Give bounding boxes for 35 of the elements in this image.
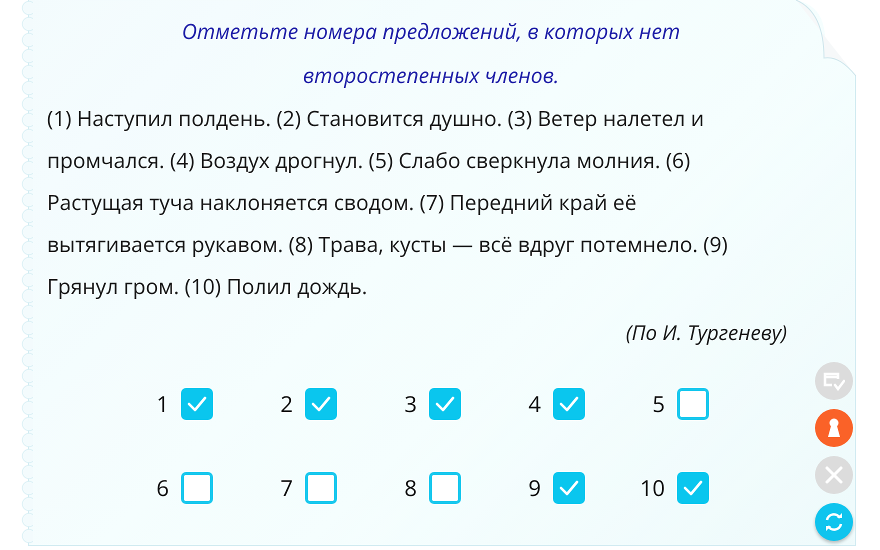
sentence-number: 8 xyxy=(403,473,417,503)
checkbox[interactable] xyxy=(553,472,585,504)
checkmark-icon xyxy=(559,480,579,496)
checkbox[interactable] xyxy=(429,472,461,504)
checkbox[interactable] xyxy=(429,388,461,420)
checkbox[interactable] xyxy=(181,472,213,504)
checkbox[interactable] xyxy=(677,388,709,420)
task-title: Отметьте номера предложений, в которых нет второстепенных членов. xyxy=(180,17,682,92)
sentence-number: 1 xyxy=(155,389,169,419)
check-list-icon xyxy=(823,371,845,391)
sentence-number: 9 xyxy=(527,473,541,503)
checkbox[interactable] xyxy=(553,388,585,420)
sentence-number: 6 xyxy=(155,473,169,503)
checkbox[interactable] xyxy=(305,388,337,420)
answer-button[interactable] xyxy=(815,409,853,447)
checkbox[interactable] xyxy=(305,472,337,504)
sentence-number: 4 xyxy=(527,389,541,419)
sentence-number: 5 xyxy=(651,389,665,419)
checkmark-icon xyxy=(559,396,579,412)
sentence-number: 10 xyxy=(638,473,665,503)
checkmark-icon xyxy=(311,396,331,412)
task-text: (1) Наступил полдень. (2) Становится душно. (3) Ветер налетел и промчался. (4) Воздух дрогнул. (5) Слабо сверкнула молния. (6) Растущая туча наклоняется сводом. (7) Передний край её вытягивается рукавом. (8) Трава, кусты — всё вдруг потемнело. (9) Грянул гром. (10) Полил дождь. xyxy=(47,104,729,303)
source-attribution: (По И. Тургеневу) xyxy=(624,318,787,349)
retry-button[interactable] xyxy=(815,503,853,541)
keyhole-icon xyxy=(827,418,841,438)
checkmark-icon xyxy=(683,480,703,496)
checkbox[interactable] xyxy=(677,472,709,504)
checkmark-icon xyxy=(435,396,455,412)
close-icon xyxy=(825,466,843,484)
checkbox[interactable] xyxy=(181,388,213,420)
checkmark-icon xyxy=(187,396,207,412)
refresh-icon xyxy=(823,511,845,533)
sentence-number: 2 xyxy=(279,389,293,419)
sentence-number: 3 xyxy=(403,389,417,419)
sentence-number: 7 xyxy=(279,473,293,503)
